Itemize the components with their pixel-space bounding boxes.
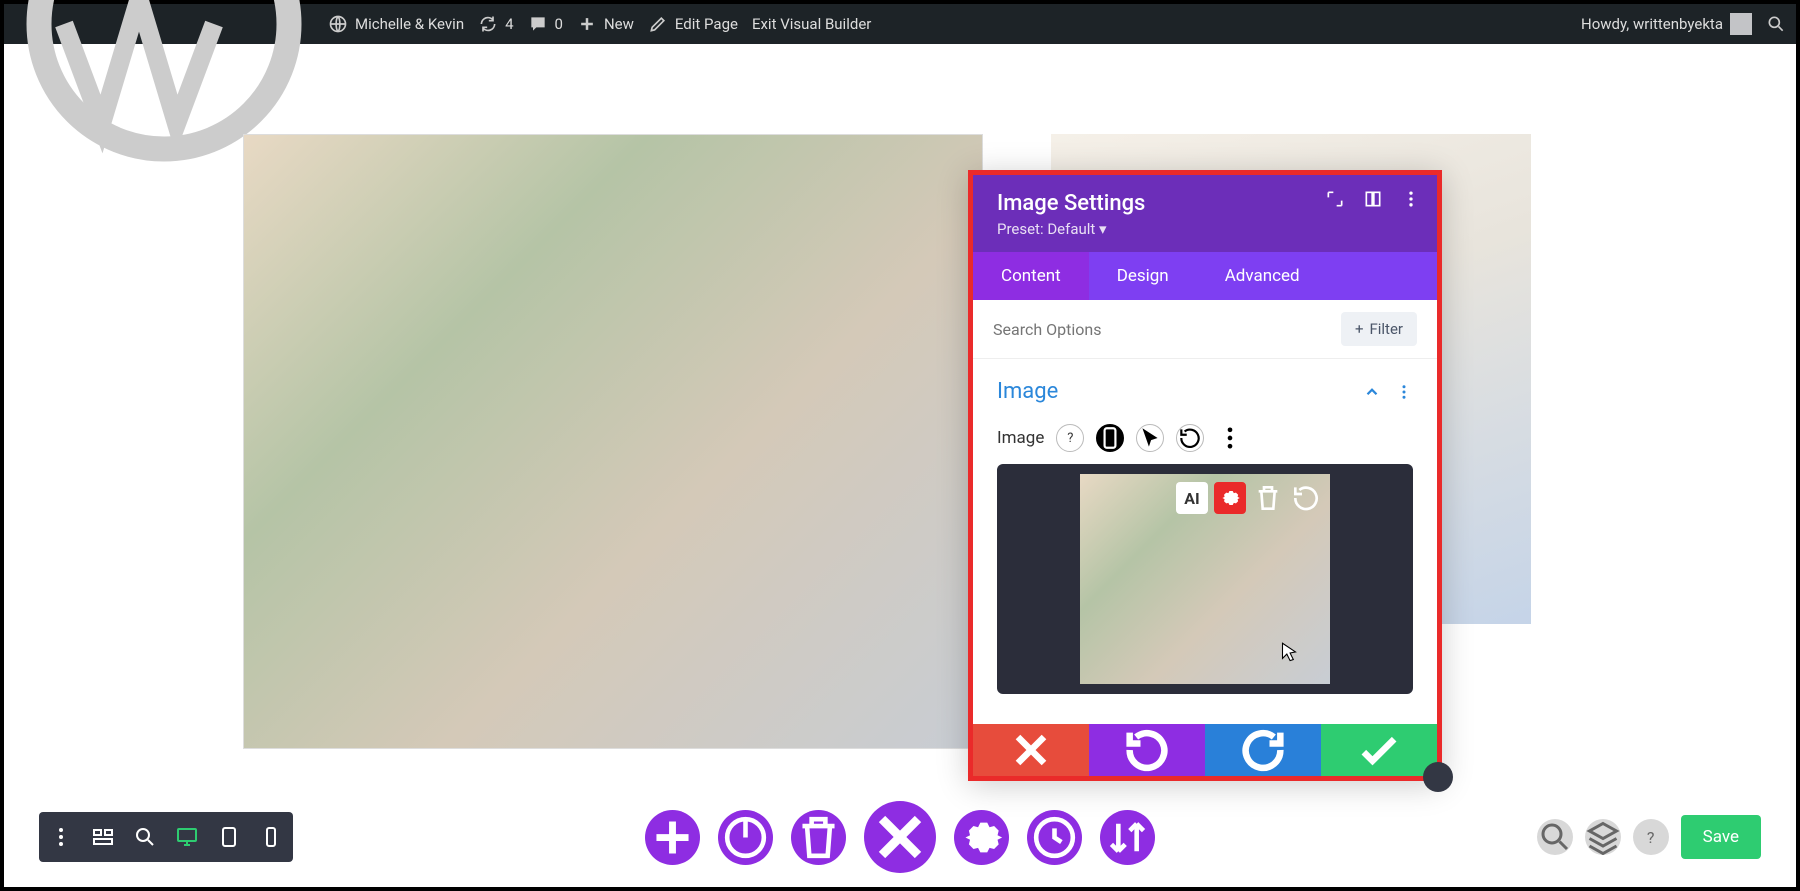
comment-icon xyxy=(528,14,548,34)
power-icon[interactable] xyxy=(718,810,773,865)
panel-footer xyxy=(973,724,1437,776)
avatar xyxy=(1730,13,1752,35)
search-input[interactable] xyxy=(993,320,1331,339)
add-button[interactable] xyxy=(645,810,700,865)
search-icon xyxy=(1766,14,1786,34)
edit-page-label: Edit Page xyxy=(675,15,738,33)
history-icon[interactable] xyxy=(1027,810,1082,865)
greeting-text: Howdy, writtenbyekta xyxy=(1581,15,1723,33)
help-icon[interactable]: ? xyxy=(1633,819,1669,855)
new-link[interactable]: New xyxy=(577,14,634,34)
save-button[interactable]: Save xyxy=(1681,815,1761,859)
cursor-icon xyxy=(1276,640,1302,666)
phone-icon[interactable] xyxy=(259,825,283,849)
new-label: New xyxy=(604,15,634,33)
kebab-icon[interactable] xyxy=(1401,189,1421,209)
desktop-icon[interactable] xyxy=(175,825,199,849)
panel-body: Image Image ? AI xyxy=(973,359,1437,724)
plus-icon xyxy=(577,14,597,34)
undo-icon[interactable] xyxy=(1290,482,1322,514)
plus-icon: + xyxy=(1355,320,1364,338)
trash-icon[interactable] xyxy=(1252,482,1284,514)
gear-icon[interactable] xyxy=(1214,482,1246,514)
page-canvas: Image Settings Preset: Default ▾ Content… xyxy=(4,44,1796,827)
panel-search-row: + Filter xyxy=(973,300,1437,359)
image-settings-panel: Image Settings Preset: Default ▾ Content… xyxy=(968,170,1442,781)
tab-design[interactable]: Design xyxy=(1089,252,1197,300)
exit-vb-link[interactable]: Exit Visual Builder xyxy=(752,15,871,33)
wp-admin-bar: Michelle & Kevin 4 0 New Edit Page Exit … xyxy=(4,4,1796,44)
tab-content[interactable]: Content xyxy=(973,252,1089,300)
account-link[interactable]: Howdy, writtenbyekta xyxy=(1581,13,1752,35)
tab-advanced[interactable]: Advanced xyxy=(1197,252,1328,300)
hover-icon[interactable] xyxy=(1136,424,1164,452)
right-tools: ? Save xyxy=(1537,815,1761,859)
kebab-icon[interactable] xyxy=(1216,424,1244,452)
center-tools xyxy=(645,801,1155,873)
main-image-module[interactable] xyxy=(243,134,983,749)
help-icon[interactable]: ? xyxy=(1056,424,1084,452)
edit-page-link[interactable]: Edit Page xyxy=(648,14,738,34)
panel-header[interactable]: Image Settings Preset: Default ▾ xyxy=(973,175,1437,252)
preset-selector[interactable]: Preset: Default ▾ xyxy=(997,220,1413,238)
filter-label: Filter xyxy=(1369,320,1403,338)
field-label-row: Image ? xyxy=(997,424,1413,452)
view-tools xyxy=(39,812,293,862)
chevron-up-icon[interactable] xyxy=(1363,381,1381,403)
wireframe-icon[interactable] xyxy=(91,825,115,849)
snap-icon[interactable] xyxy=(1363,189,1383,209)
site-link[interactable]: Michelle & Kevin xyxy=(328,14,464,34)
tablet-icon[interactable] xyxy=(217,825,241,849)
layers-icon[interactable] xyxy=(1585,819,1621,855)
zoom-icon[interactable] xyxy=(133,825,157,849)
gear-icon[interactable] xyxy=(954,810,1009,865)
redo-button[interactable] xyxy=(1205,724,1321,776)
section-title[interactable]: Image xyxy=(997,379,1058,404)
close-button[interactable] xyxy=(864,801,936,873)
sort-icon[interactable] xyxy=(1100,810,1155,865)
refresh-icon xyxy=(478,14,498,34)
undo-button[interactable] xyxy=(1089,724,1205,776)
site-name: Michelle & Kevin xyxy=(355,15,464,33)
trash-icon[interactable] xyxy=(791,810,846,865)
comments-link[interactable]: 0 xyxy=(528,14,563,34)
divi-toolbar: ? Save xyxy=(4,807,1796,867)
kebab-icon[interactable] xyxy=(1395,381,1413,403)
field-label: Image xyxy=(997,428,1044,448)
search-icon[interactable] xyxy=(1537,819,1573,855)
reset-icon[interactable] xyxy=(1176,424,1204,452)
updates-link[interactable]: 4 xyxy=(478,14,513,34)
kebab-icon[interactable] xyxy=(49,825,73,849)
panel-tabs: Content Design Advanced xyxy=(973,252,1437,300)
resize-handle[interactable] xyxy=(1423,762,1453,792)
cancel-button[interactable] xyxy=(973,724,1089,776)
expand-icon[interactable] xyxy=(1325,189,1345,209)
exit-vb-label: Exit Visual Builder xyxy=(752,15,871,33)
responsive-icon[interactable] xyxy=(1096,424,1124,452)
updates-count: 4 xyxy=(505,15,513,33)
image-thumbnail[interactable]: AI xyxy=(1080,474,1330,684)
globe-icon xyxy=(328,14,348,34)
filter-button[interactable]: + Filter xyxy=(1341,312,1417,346)
ai-button[interactable]: AI xyxy=(1176,482,1208,514)
confirm-button[interactable] xyxy=(1321,724,1437,776)
image-preview[interactable]: AI xyxy=(997,464,1413,694)
comments-count: 0 xyxy=(555,15,563,33)
pencil-icon xyxy=(648,14,668,34)
search-toggle[interactable] xyxy=(1766,14,1786,34)
